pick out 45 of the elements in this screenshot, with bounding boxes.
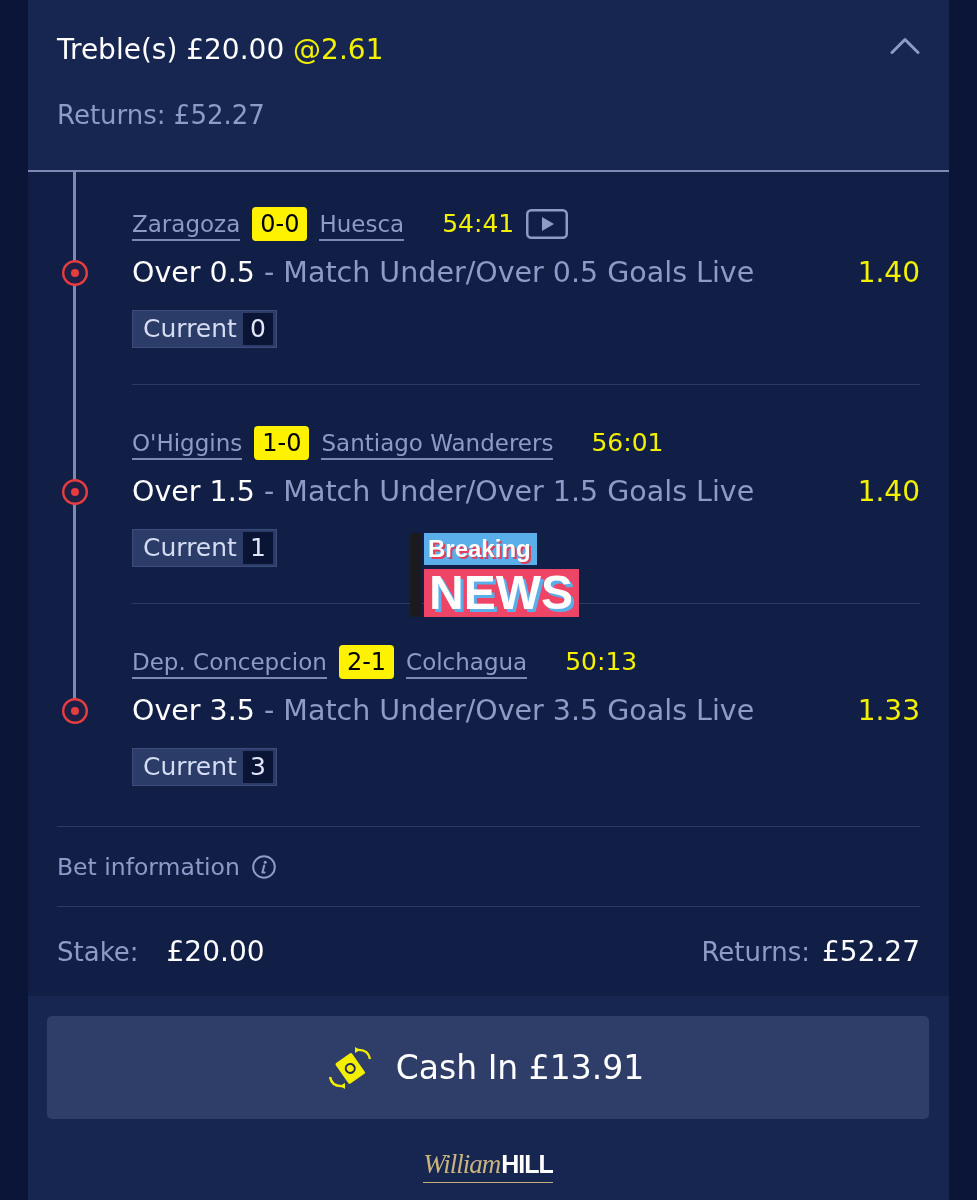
- selection-odds: 1.33: [857, 694, 920, 728]
- info-icon[interactable]: [251, 854, 276, 879]
- current-label: Current: [143, 752, 237, 782]
- away-team-link[interactable]: Colchagua: [406, 647, 528, 679]
- chevron-up-icon[interactable]: [890, 37, 920, 54]
- match-clock: 54:41: [442, 208, 515, 240]
- timeline-marker-icon: [62, 698, 88, 724]
- cash-in-button[interactable]: Cash In £13.91: [47, 1016, 929, 1119]
- stake-label: Stake:: [57, 937, 139, 967]
- market-name: - Match Under/Over 1.5 Goals Live: [264, 475, 755, 508]
- sticker-top-text: Breaking: [424, 533, 537, 565]
- current-label: Current: [143, 314, 237, 344]
- sticker-bottom-text: NEWS: [424, 569, 579, 617]
- match-clock: 50:13: [565, 646, 638, 678]
- score-badge: 1-0: [254, 426, 310, 460]
- timeline-marker-icon: [62, 260, 88, 286]
- selection-name: Over 3.5: [132, 694, 255, 727]
- timeline-marker-icon: [62, 479, 88, 505]
- current-value: 1: [242, 532, 273, 564]
- returns-value: £52.27: [822, 935, 920, 968]
- current-label: Current: [143, 533, 237, 563]
- bet-information-link[interactable]: Bet information: [57, 851, 240, 882]
- market-name: - Match Under/Over 3.5 Goals Live: [264, 694, 755, 727]
- selection-odds: 1.40: [857, 256, 920, 290]
- score-badge: 2-1: [338, 645, 395, 679]
- current-value: 0: [242, 313, 273, 345]
- home-team-link[interactable]: Zaragoza: [132, 209, 241, 241]
- selection-name: Over 0.5: [132, 256, 255, 289]
- home-team-link[interactable]: O'Higgins: [132, 428, 243, 460]
- away-team-link[interactable]: Huesca: [319, 209, 405, 241]
- market-name: - Match Under/Over 0.5 Goals Live: [264, 256, 755, 289]
- brand-logo: WilliamHILL: [423, 1150, 553, 1183]
- current-value: 3: [242, 751, 273, 783]
- stake-value: £20.00: [166, 935, 265, 968]
- match-clock: 56:01: [591, 427, 664, 459]
- selection-odds: 1.40: [857, 475, 920, 509]
- potential-returns: Returns: £52.27: [57, 99, 266, 131]
- selection-name: Over 1.5: [132, 475, 255, 508]
- bet-odds: @2.61: [293, 33, 384, 66]
- score-badge: 0-0: [252, 207, 308, 241]
- play-icon[interactable]: [526, 209, 569, 239]
- away-team-link[interactable]: Santiago Wanderers: [321, 428, 554, 460]
- home-team-link[interactable]: Dep. Concepcion: [132, 647, 327, 679]
- returns-label: Returns:: [701, 937, 810, 967]
- bet-title: Treble(s) £20.00: [57, 33, 285, 66]
